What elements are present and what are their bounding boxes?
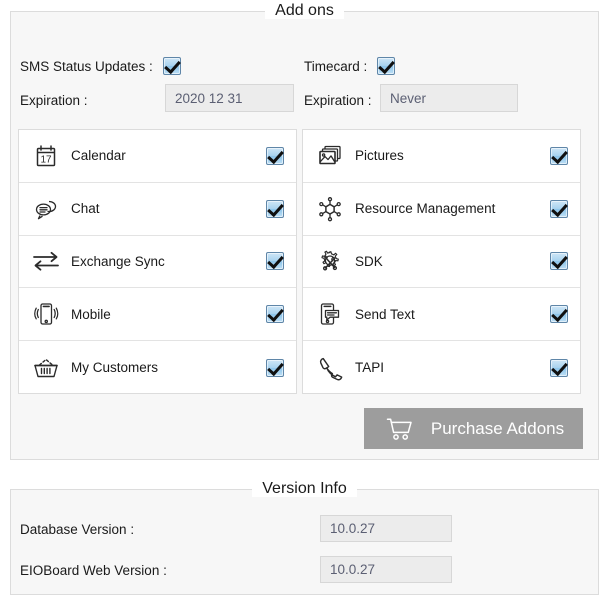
sms-status-updates-row: SMS Status Updates :: [20, 57, 181, 75]
addon-label-pictures: Pictures: [355, 148, 404, 164]
addon-label-calendar: Calendar: [71, 148, 126, 164]
send-text-icon: [314, 298, 346, 330]
timecard-expiration-value: Never: [390, 90, 427, 106]
database-version-value: 10.0.27: [330, 521, 376, 536]
addon-checkbox-mobile[interactable]: [266, 305, 284, 324]
web-version-value: 10.0.27: [330, 562, 376, 577]
addon-checkbox-chat[interactable]: [266, 199, 284, 218]
timecard-checkbox[interactable]: [377, 57, 396, 75]
addon-row-resource-management[interactable]: Resource Management: [303, 183, 580, 236]
sms-expiration-row: Expiration :: [20, 93, 88, 108]
database-version-label: Database Version :: [20, 522, 135, 537]
exchange-sync-icon: [30, 245, 62, 277]
sms-status-updates-checkbox[interactable]: [162, 57, 181, 75]
addon-label-send-text: Send Text: [355, 306, 415, 322]
addons-grid-left: 17 Calendar Chat Exchange Sync Mobile My…: [18, 129, 297, 394]
basket-icon: [30, 352, 62, 384]
purchase-addons-button[interactable]: Purchase Addons: [364, 408, 583, 449]
addon-label-mobile: Mobile: [71, 306, 111, 322]
timecard-expiration-input[interactable]: Never: [380, 84, 518, 112]
database-version-input[interactable]: 10.0.27: [320, 515, 452, 542]
sms-status-updates-label: SMS Status Updates :: [20, 58, 153, 74]
purchase-addons-label: Purchase Addons: [430, 418, 565, 438]
addon-row-sdk[interactable]: SDK: [303, 236, 580, 289]
web-version-label: EIOBoard Web Version :: [20, 563, 167, 578]
addon-row-chat[interactable]: Chat: [19, 183, 296, 236]
addon-row-pictures[interactable]: Pictures: [303, 130, 580, 183]
addon-checkbox-send-text[interactable]: [550, 305, 568, 324]
telephone-handset-icon: [314, 352, 346, 384]
addon-checkbox-sdk[interactable]: [550, 252, 568, 271]
addon-checkbox-calendar[interactable]: [266, 146, 284, 165]
timecard-row: Timecard :: [304, 57, 396, 75]
addon-label-my-customers: My Customers: [71, 360, 159, 376]
timecard-expiration-label: Expiration :: [304, 93, 372, 108]
calendar-icon: 17: [30, 140, 62, 172]
addon-label-tapi: TAPI: [355, 360, 385, 376]
addon-checkbox-tapi[interactable]: [550, 358, 568, 377]
addon-label-sdk: SDK: [355, 253, 383, 269]
version-info-title-text: Version Info: [252, 480, 357, 497]
addon-label-exchange-sync: Exchange Sync: [71, 253, 165, 269]
addon-label-resource-management: Resource Management: [355, 201, 496, 217]
addons-panel-title: Add ons: [11, 1, 598, 21]
addons-panel-title-text: Add ons: [265, 2, 344, 19]
web-version-input[interactable]: 10.0.27: [320, 556, 452, 583]
addon-row-exchange-sync[interactable]: Exchange Sync: [19, 236, 296, 289]
sms-expiration-label: Expiration :: [20, 93, 88, 108]
version-info-panel: Version Info Database Version : 10.0.27 …: [10, 480, 599, 595]
sdk-gear-tools-icon: [314, 245, 346, 277]
addons-grid-right: Pictures Resource Management SDK Send Te…: [302, 129, 581, 394]
addons-panel: Add ons SMS Status Updates : Expiration …: [10, 2, 599, 460]
addon-checkbox-resource-management[interactable]: [550, 199, 568, 218]
addon-checkbox-pictures[interactable]: [550, 146, 568, 165]
resource-management-icon: [314, 193, 346, 225]
addon-checkbox-my-customers[interactable]: [266, 358, 284, 377]
sms-expiration-value: 2020 12 31: [175, 90, 243, 106]
addon-row-send-text[interactable]: Send Text: [303, 288, 580, 342]
addon-row-my-customers[interactable]: My Customers: [19, 341, 296, 394]
sms-expiration-input[interactable]: 2020 12 31: [165, 84, 294, 112]
pictures-icon: [314, 140, 346, 172]
addon-checkbox-exchange-sync[interactable]: [266, 252, 284, 271]
mobile-icon: [30, 298, 62, 330]
addon-label-chat: Chat: [71, 201, 100, 217]
addon-row-tapi[interactable]: TAPI: [303, 341, 580, 394]
svg-text:17: 17: [40, 154, 52, 165]
timecard-expiration-row: Expiration :: [304, 93, 372, 108]
addon-row-calendar[interactable]: 17 Calendar: [19, 130, 296, 183]
addon-row-mobile[interactable]: Mobile: [19, 288, 296, 342]
chat-icon: [30, 193, 62, 225]
shopping-cart-icon: [383, 415, 417, 443]
version-info-title: Version Info: [11, 479, 598, 499]
timecard-label: Timecard :: [304, 58, 368, 74]
